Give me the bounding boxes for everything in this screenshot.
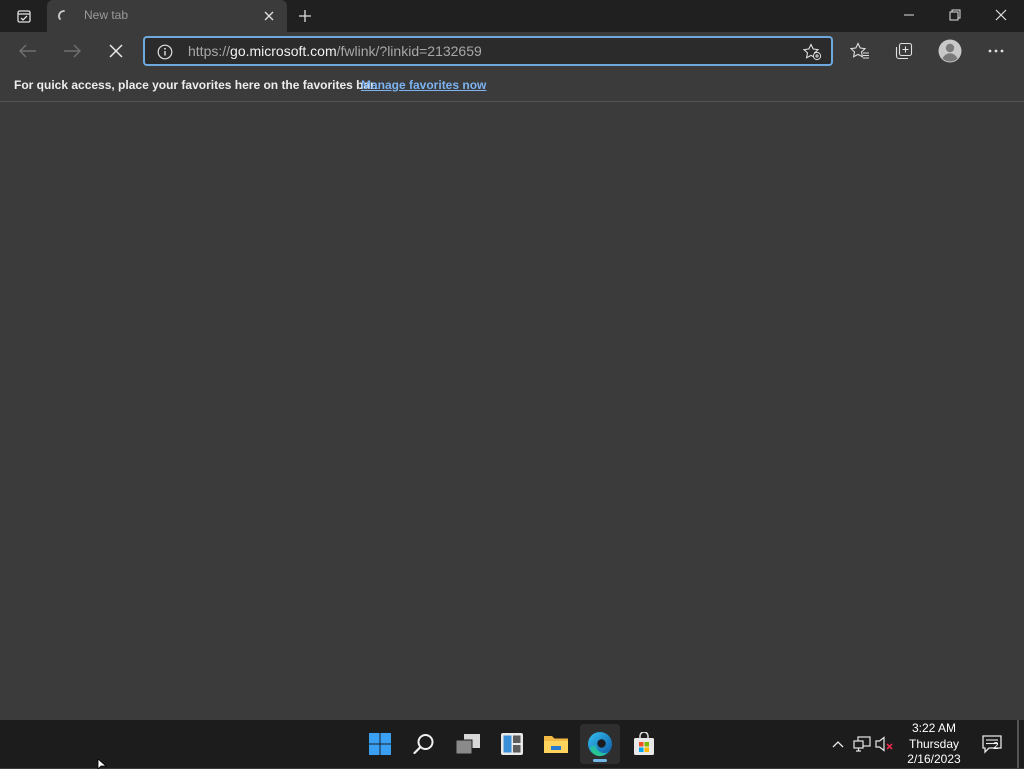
url-scheme: https:// bbox=[188, 43, 231, 59]
clock-date: 2/16/2023 bbox=[907, 752, 961, 766]
store-bag-icon bbox=[634, 732, 654, 755]
browser-toolbar: https://go.microsoft.com/fwlink/?linkid=… bbox=[0, 32, 1024, 70]
windows-start-icon bbox=[369, 733, 391, 755]
restore-icon bbox=[949, 9, 961, 21]
taskbar: 3:22 AM Thursday 2/16/2023 2 bbox=[0, 720, 1024, 768]
widgets-icon bbox=[501, 733, 523, 755]
clock-day: Thursday bbox=[908, 736, 960, 751]
tab-actions-button[interactable] bbox=[8, 6, 40, 26]
task-view-icon bbox=[455, 734, 480, 755]
close-icon bbox=[995, 9, 1007, 21]
favorites-star-icon bbox=[850, 42, 869, 59]
star-add-icon[interactable] bbox=[802, 43, 822, 61]
forward-button[interactable] bbox=[57, 36, 87, 66]
network-button[interactable] bbox=[852, 734, 872, 754]
start-button[interactable] bbox=[360, 724, 400, 764]
edge-button[interactable] bbox=[580, 724, 620, 764]
volume-muted-icon bbox=[875, 736, 893, 752]
arrow-right-icon bbox=[64, 44, 81, 58]
clock-time: 3:22 AM bbox=[911, 721, 957, 735]
show-hidden-icons-button[interactable] bbox=[828, 734, 848, 754]
chevron-up-icon bbox=[832, 741, 844, 748]
task-view-button[interactable] bbox=[448, 724, 488, 764]
network-icon bbox=[853, 736, 871, 752]
page-content[interactable] bbox=[0, 103, 1024, 720]
favorites-bar-message: For quick access, place your favorites h… bbox=[14, 78, 378, 92]
more-button[interactable] bbox=[981, 36, 1011, 66]
tab-title: New tab bbox=[84, 8, 129, 22]
search-icon bbox=[413, 734, 434, 755]
microsoft-store-button[interactable] bbox=[624, 724, 664, 764]
address-bar[interactable]: https://go.microsoft.com/fwlink/?linkid=… bbox=[143, 36, 833, 66]
title-bar: New tab bbox=[0, 0, 1024, 32]
back-button[interactable] bbox=[13, 36, 43, 66]
url-text[interactable]: https://go.microsoft.com/fwlink/?linkid=… bbox=[188, 43, 482, 59]
active-app-indicator bbox=[593, 759, 607, 762]
collections-icon bbox=[895, 42, 913, 60]
manage-favorites-link[interactable]: Manage favorites now bbox=[361, 78, 486, 92]
close-icon bbox=[264, 11, 274, 21]
search-button[interactable] bbox=[404, 724, 444, 764]
file-explorer-button[interactable] bbox=[536, 724, 576, 764]
favorites-bar: For quick access, place your favorites h… bbox=[0, 70, 1024, 102]
volume-button[interactable] bbox=[875, 734, 895, 754]
show-desktop-button[interactable] bbox=[1017, 720, 1019, 768]
close-tab-button[interactable] bbox=[261, 8, 277, 24]
stop-loading-icon bbox=[109, 44, 123, 58]
widgets-button[interactable] bbox=[492, 724, 532, 764]
notification-icon bbox=[982, 735, 1002, 754]
minimize-button[interactable] bbox=[886, 0, 932, 30]
loading-spinner-icon bbox=[58, 10, 65, 20]
browser-tab[interactable]: New tab bbox=[47, 0, 287, 32]
url-host: go.microsoft.com bbox=[230, 43, 337, 59]
notification-count-badge: 2 bbox=[993, 741, 999, 752]
taskbar-clock[interactable]: 3:22 AM Thursday 2/16/2023 bbox=[898, 720, 970, 768]
folder-icon bbox=[544, 736, 568, 753]
tab-actions-icon bbox=[17, 10, 31, 23]
info-icon[interactable] bbox=[157, 44, 173, 60]
notification-center-button[interactable]: 2 bbox=[980, 732, 1006, 756]
profile-button[interactable] bbox=[935, 36, 965, 66]
collections-button[interactable] bbox=[889, 36, 919, 66]
close-window-button[interactable] bbox=[978, 0, 1024, 30]
plus-icon bbox=[299, 10, 311, 22]
url-path: /fwlink/?linkid=2132659 bbox=[336, 43, 482, 59]
new-tab-button[interactable] bbox=[294, 6, 316, 26]
minimize-icon bbox=[904, 14, 914, 16]
profile-avatar-icon bbox=[938, 39, 962, 63]
arrow-left-icon bbox=[19, 44, 36, 58]
edge-browser-icon bbox=[588, 732, 612, 757]
stop-loading-button[interactable] bbox=[101, 36, 131, 66]
more-dots-icon bbox=[988, 49, 1004, 53]
restore-button[interactable] bbox=[932, 0, 978, 30]
favorites-button[interactable] bbox=[845, 36, 875, 66]
